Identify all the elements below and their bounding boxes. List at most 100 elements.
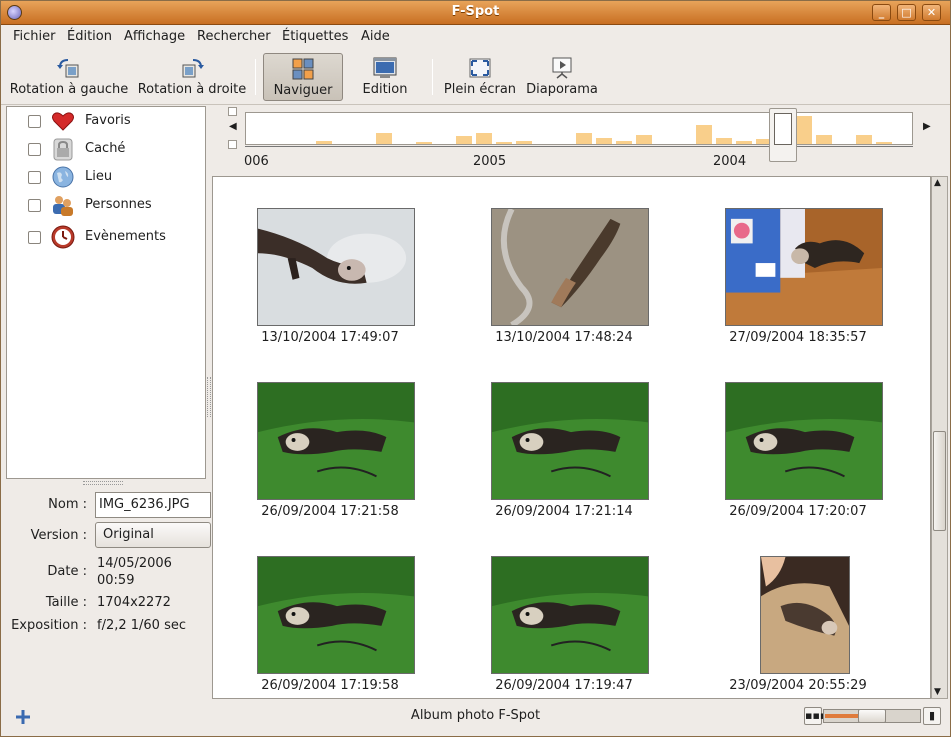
tag-item-evenements[interactable]: Evènements: [7, 223, 205, 251]
tag-checkbox[interactable]: [28, 115, 41, 128]
scrollbar-thumb[interactable]: [933, 431, 946, 531]
photo-grid: 13/10/2004 17:49:07 13/10/2004 17:48:24 27…: [212, 176, 931, 699]
photo-thumbnail[interactable]: 26/09/2004 17:21:14: [447, 351, 681, 525]
menu-etiquettes[interactable]: Étiquettes: [282, 29, 348, 44]
window-title: F-Spot: [451, 4, 500, 19]
photo-thumbnail[interactable]: 26/09/2004 17:20:07: [681, 351, 915, 525]
photo-image[interactable]: [725, 208, 883, 326]
vertical-scrollbar[interactable]: ▲ ▼: [931, 176, 948, 699]
photo-image[interactable]: [257, 208, 415, 326]
fullscreen-label: Plein écran: [443, 82, 517, 97]
zoom-slider[interactable]: [823, 709, 921, 723]
date-label: Date :: [47, 564, 87, 579]
people-icon: [53, 196, 73, 216]
toolbar: Rotation à gauche Rotation à droite Navi…: [1, 49, 950, 105]
timeline-bar: [516, 141, 532, 144]
menu-fichier[interactable]: Fichier: [13, 29, 56, 44]
photo-thumbnail[interactable]: 13/10/2004 17:48:24: [447, 177, 681, 351]
name-field[interactable]: IMG_6236.JPG: [95, 492, 211, 518]
tag-label: Personnes: [85, 197, 152, 212]
photo-caption: 23/09/2004 20:55:29: [729, 678, 867, 693]
timeline-slider[interactable]: [769, 108, 797, 162]
maximize-button[interactable]: □: [897, 4, 916, 21]
version-combo[interactable]: Original: [95, 522, 211, 548]
rotate-left-button[interactable]: Rotation à gauche: [9, 53, 129, 101]
timeline-right-arrow[interactable]: ▶: [923, 121, 931, 132]
fullscreen-button[interactable]: Plein écran: [441, 53, 519, 101]
edit-button[interactable]: Edition: [353, 53, 417, 101]
photo-image[interactable]: [257, 556, 415, 674]
minimize-button[interactable]: _: [872, 4, 891, 21]
photo-thumbnail[interactable]: 23/09/2004 20:55:29: [681, 525, 915, 698]
photo-thumbnail[interactable]: 26/09/2004 17:19:47: [447, 525, 681, 698]
photo-image[interactable]: [491, 382, 649, 500]
title-bar: F-Spot _ □ ✕: [1, 1, 950, 25]
slideshow-label: Diaporama: [526, 82, 598, 97]
photo-caption: 26/09/2004 17:21:14: [495, 504, 633, 519]
zoom-handle[interactable]: [858, 709, 886, 723]
timeline-bar: [696, 125, 712, 144]
photo-thumbnail[interactable]: 13/10/2004 17:49:07: [213, 177, 447, 351]
browse-label: Naviguer: [273, 83, 333, 98]
tag-checkbox[interactable]: [28, 231, 41, 244]
status-bar: Album photo F-Spot ▪▪▪ ▮: [1, 701, 950, 736]
scroll-down-arrow[interactable]: ▼: [934, 687, 941, 697]
tag-item-cache[interactable]: Caché: [7, 135, 205, 163]
zoom-in-icon[interactable]: ▮: [923, 707, 941, 725]
rotate-left-icon: [57, 59, 79, 78]
pane-resize-handle[interactable]: [83, 481, 123, 485]
menu-affichage[interactable]: Affichage: [124, 29, 185, 44]
menu-rechercher[interactable]: Rechercher: [197, 29, 271, 44]
exposure-value: f/2,2 1/60 sec: [97, 618, 187, 633]
photo-caption: 26/09/2004 17:19:47: [495, 678, 633, 693]
timeline-bar: [476, 133, 492, 144]
rotate-right-button[interactable]: Rotation à droite: [136, 53, 248, 101]
rotate-left-label: Rotation à gauche: [9, 82, 129, 97]
timeline-box-bottom[interactable]: [228, 140, 237, 149]
tag-checkbox[interactable]: [28, 143, 41, 156]
timeline-bar: [416, 142, 432, 144]
timeline[interactable]: [245, 112, 913, 145]
photo-thumbnail[interactable]: 27/09/2004 18:35:57: [681, 177, 915, 351]
menu-edition[interactable]: Édition: [67, 29, 112, 44]
tag-item-lieu[interactable]: Lieu: [7, 163, 205, 191]
timeline-axis: [245, 146, 913, 152]
photo-image[interactable]: [491, 556, 649, 674]
menu-aide[interactable]: Aide: [361, 29, 390, 44]
close-button[interactable]: ✕: [922, 4, 941, 21]
scroll-up-arrow[interactable]: ▲: [934, 178, 941, 188]
photo-caption: 26/09/2004 17:21:58: [261, 504, 399, 519]
timeline-bar: [856, 135, 872, 144]
tag-checkbox[interactable]: [28, 171, 41, 184]
timeline-year-label: 2005: [473, 154, 507, 169]
slideshow-button[interactable]: Diaporama: [523, 53, 601, 101]
edit-label: Edition: [362, 82, 408, 97]
photo-caption: 26/09/2004 17:19:58: [261, 678, 399, 693]
globe-icon: [52, 166, 74, 188]
toolbar-separator: [432, 59, 433, 95]
tag-label: Caché: [85, 141, 126, 156]
heart-icon: [52, 112, 74, 131]
photo-thumbnail[interactable]: 26/09/2004 17:21:58: [213, 351, 447, 525]
timeline-bar: [796, 116, 812, 144]
timeline-box-top[interactable]: [228, 107, 237, 116]
timeline-left-arrow[interactable]: ◀: [229, 121, 237, 132]
photo-caption: 26/09/2004 17:20:07: [729, 504, 867, 519]
photo-thumbnail[interactable]: 26/09/2004 17:19:58: [213, 525, 447, 698]
tag-checkbox[interactable]: [28, 199, 41, 212]
name-label: Nom :: [48, 497, 87, 512]
photo-image[interactable]: [725, 382, 883, 500]
timeline-bar: [636, 135, 652, 144]
tag-item-favoris[interactable]: Favoris: [7, 107, 205, 135]
size-label: Taille :: [45, 595, 87, 610]
menu-bar: Fichier Édition Affichage Rechercher Éti…: [1, 25, 950, 49]
browse-button[interactable]: Naviguer: [263, 53, 343, 101]
zoom-out-icon[interactable]: ▪▪▪: [804, 707, 827, 725]
rotate-right-icon: [182, 59, 204, 78]
rotate-right-label: Rotation à droite: [137, 82, 247, 97]
vertical-pane-handle[interactable]: [207, 377, 211, 417]
photo-image[interactable]: [257, 382, 415, 500]
tag-item-personnes[interactable]: Personnes: [7, 191, 205, 219]
photo-image[interactable]: [760, 556, 850, 674]
photo-image[interactable]: [491, 208, 649, 326]
